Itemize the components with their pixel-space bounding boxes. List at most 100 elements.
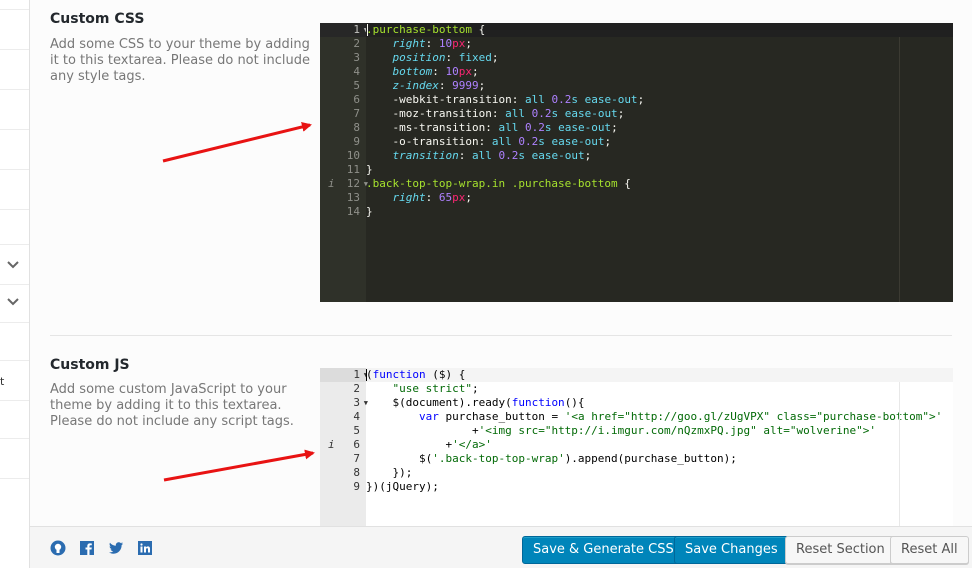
code-token: all <box>524 93 545 106</box>
code-line[interactable]: $('.back-top-top-wrap').append(purchase_… <box>366 452 953 466</box>
github-icon[interactable] <box>50 540 66 556</box>
code-line[interactable]: "use strict"; <box>366 382 953 396</box>
code-token: bottom <box>392 65 433 78</box>
code-line[interactable]: -moz-transition: all 0.2s ease-out; <box>366 107 953 121</box>
code-token: var <box>418 410 439 423</box>
line-number: 3 ▼ <box>320 396 368 410</box>
code-line[interactable]: -o-transition: all 0.2s ease-out; <box>366 135 953 149</box>
code-line[interactable]: })(jQuery); <box>366 480 953 494</box>
line-number: 4 <box>320 65 366 79</box>
code-line[interactable]: position: fixed; <box>366 51 953 65</box>
js-editor-code[interactable]: (function ($) { "use strict"; $(document… <box>366 368 953 526</box>
code-line[interactable]: } <box>366 205 953 219</box>
code-token: ; <box>637 93 645 106</box>
sidebar-row[interactable] <box>0 130 29 170</box>
reset-section-button[interactable]: Reset Section <box>785 536 896 564</box>
print-margin <box>899 37 900 302</box>
line-number: 13 <box>320 191 366 205</box>
reset-all-button[interactable]: Reset All <box>890 536 969 564</box>
code-token: ; <box>478 79 486 92</box>
linkedin-icon[interactable] <box>137 540 153 556</box>
code-line[interactable]: transition: all 0.2s ease-out; <box>366 149 953 163</box>
line-number-text: 12 <box>346 177 360 190</box>
code-token: ease-out <box>551 135 605 148</box>
line-number: 1▼ <box>320 23 368 37</box>
code-line[interactable]: }); <box>366 466 953 480</box>
code-token: ; <box>604 135 612 148</box>
line-number-text: 3 <box>353 51 360 64</box>
sidebar-row[interactable] <box>0 245 29 285</box>
info-annotation-icon[interactable]: i <box>328 177 335 191</box>
code-line[interactable]: .back-top-top-wrap.in .purchase-bottom { <box>366 177 953 191</box>
css-editor-code[interactable]: .purchase-bottom { right: 10px; position… <box>366 23 953 302</box>
section-divider <box>50 335 952 336</box>
code-line[interactable]: $(document).ready(function(){ <box>366 396 953 410</box>
code-line[interactable]: right: 10px; <box>366 37 953 51</box>
sidebar-row[interactable] <box>0 323 29 361</box>
custom-js-title: Custom JS <box>50 357 130 373</box>
code-line[interactable]: +'</a>' <box>366 438 953 452</box>
code-token: 10 <box>438 37 453 50</box>
code-token: ; <box>617 107 625 120</box>
sidebar-row[interactable] <box>0 401 29 439</box>
code-token: { <box>471 23 486 36</box>
custom-css-description: Add some CSS to your theme by adding it … <box>50 37 310 84</box>
custom-js-editor[interactable]: 1▼23▼456i789 (function ($) { "use strict… <box>320 368 953 526</box>
js-editor-gutter: 1▼23▼456i789 <box>320 368 368 526</box>
line-number: 6i <box>320 438 366 452</box>
line-number-text: 6 <box>353 438 360 451</box>
code-line[interactable]: right: 65px; <box>366 191 953 205</box>
code-token: 10 <box>445 65 459 78</box>
code-line[interactable]: +'<img src="http://i.imgur.com/nQzmxPQ.j… <box>366 424 953 438</box>
sidebar-row[interactable] <box>0 90 29 130</box>
code-line[interactable]: -ms-transition: all 0.2s ease-out; <box>366 121 953 135</box>
code-token: 0.2 <box>551 93 572 106</box>
twitter-icon[interactable] <box>108 540 124 556</box>
sidebar-row[interactable] <box>0 285 29 323</box>
line-number: 10 <box>320 149 366 163</box>
code-token: .purchase-bottom <box>366 23 472 36</box>
sidebar-row[interactable] <box>0 170 29 210</box>
line-number-text: 1 <box>353 368 360 381</box>
sidebar-row[interactable] <box>0 439 29 479</box>
custom-css-editor[interactable]: 1▼23456789101112▼i1314 .purchase-bottom … <box>320 23 953 302</box>
code-token: ease-out <box>584 93 638 106</box>
code-token: 0.2 <box>531 107 552 120</box>
line-number-text: 2 <box>353 37 360 50</box>
code-token: '.back-top-top-wrap' <box>432 452 565 465</box>
info-annotation-icon[interactable]: i <box>328 438 335 452</box>
line-number: 5 <box>320 79 366 93</box>
code-token: -o-transition: <box>366 135 492 148</box>
line-number: 7 <box>320 452 366 466</box>
code-token: })(jQuery); <box>366 480 439 493</box>
code-line[interactable]: bottom: 10px; <box>366 65 953 79</box>
save-changes-button[interactable]: Save Changes <box>674 536 789 564</box>
line-number-text: 1 <box>353 23 360 36</box>
code-token: (){ <box>564 396 585 409</box>
code-line[interactable]: .purchase-bottom { <box>366 23 953 37</box>
code-token: $( <box>366 452 433 465</box>
code-line[interactable]: z-index: 9999; <box>366 79 953 93</box>
code-line[interactable]: -webkit-transition: all 0.2s ease-out; <box>366 93 953 107</box>
code-line[interactable]: (function ($) { <box>366 368 953 382</box>
code-line[interactable]: var purchase_button = '<a href="http://g… <box>366 410 953 424</box>
code-line[interactable]: } <box>366 163 953 177</box>
sidebar-row[interactable] <box>0 50 29 90</box>
save-generate-css-button[interactable]: Save & Generate CSS <box>522 536 685 564</box>
line-number-text: 7 <box>353 452 360 465</box>
code-token: all <box>505 107 525 120</box>
sidebar-row[interactable] <box>0 210 29 245</box>
code-token: ; <box>471 382 479 395</box>
sidebar-row[interactable] <box>0 361 29 401</box>
facebook-icon[interactable] <box>79 540 95 556</box>
code-token: -ms-transition: <box>366 121 499 134</box>
sidebar-row[interactable] <box>0 10 29 50</box>
code-token: ease-out <box>558 121 612 134</box>
